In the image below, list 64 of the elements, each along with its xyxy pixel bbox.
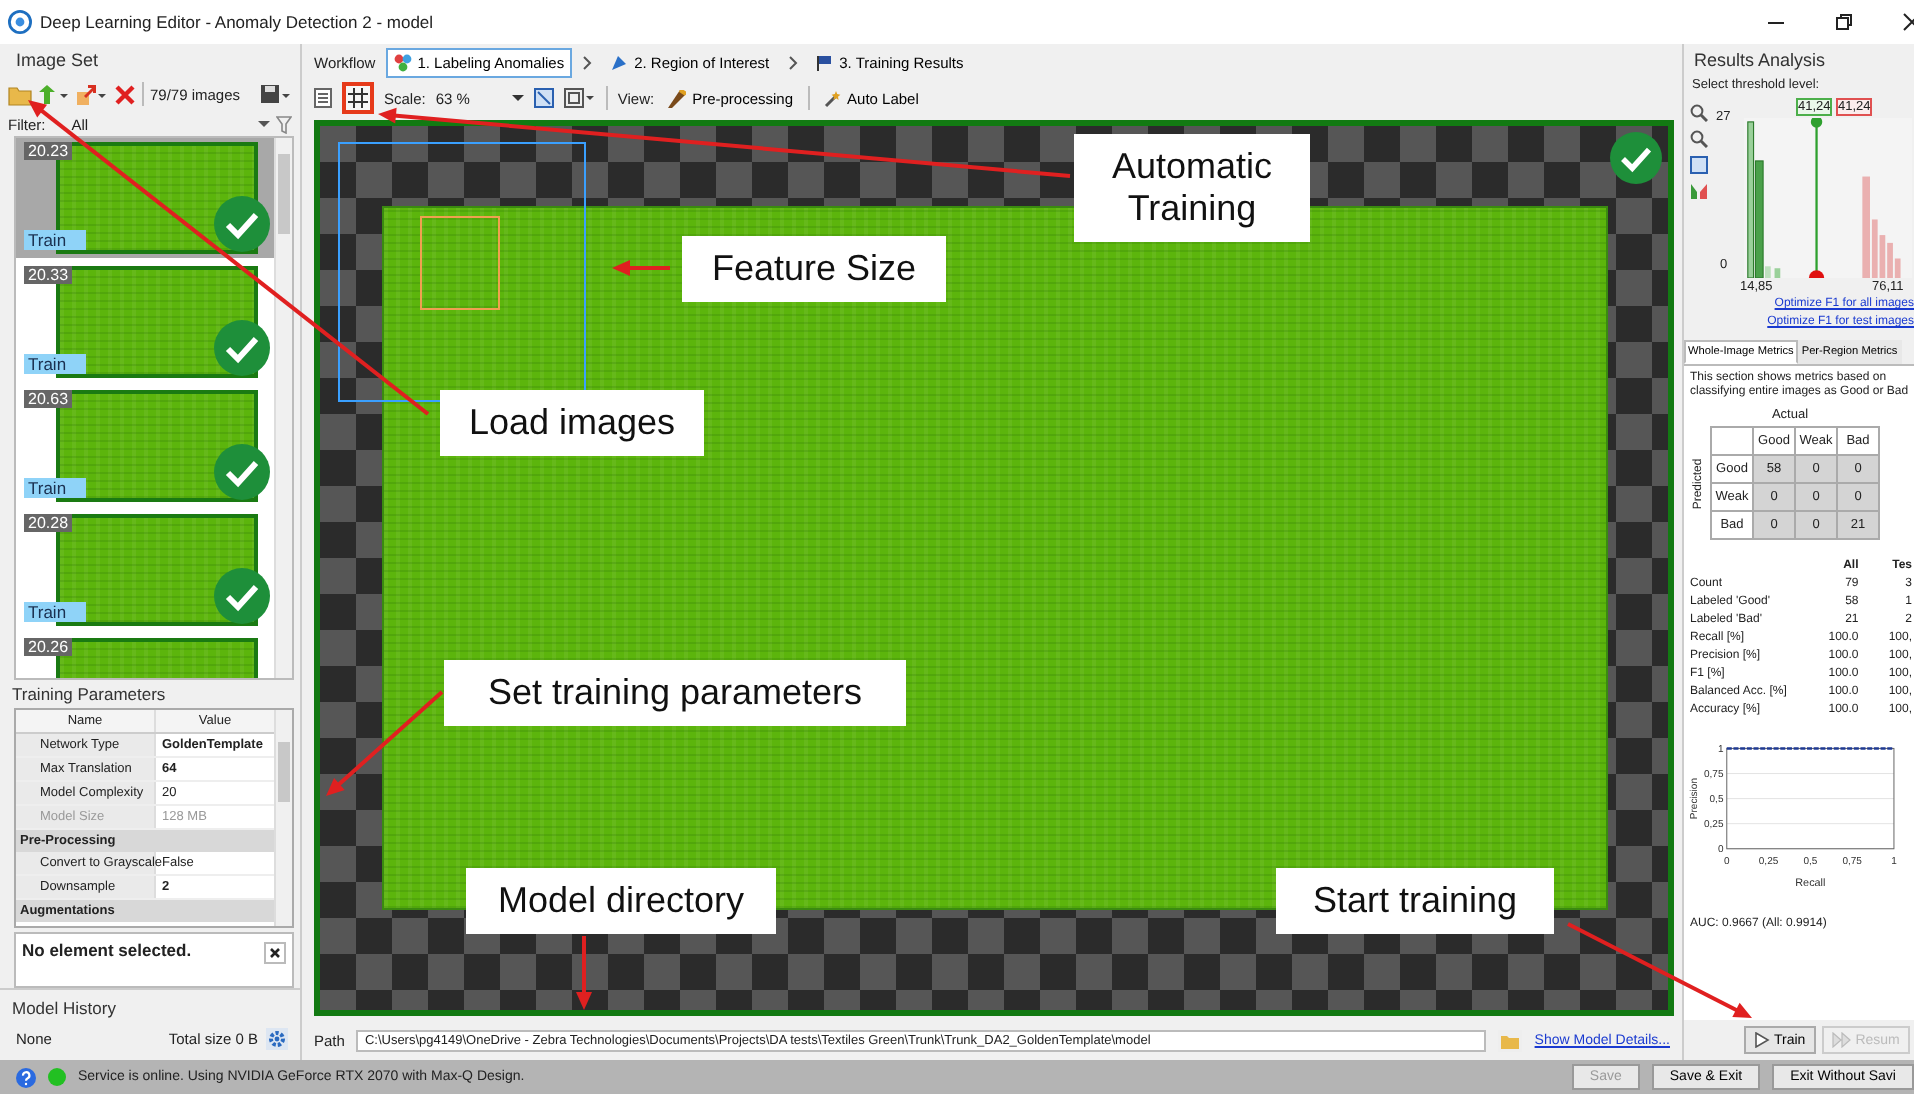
train-tag: Train [24, 230, 87, 250]
scrollbar[interactable] [274, 710, 292, 926]
annotation-callout: Model directory [466, 868, 776, 934]
wand-icon [823, 89, 842, 107]
settings-icon[interactable] [266, 1028, 288, 1050]
panel-header: Image Set [14, 48, 101, 74]
play-icon [1754, 1032, 1770, 1048]
brush-icon [668, 89, 687, 107]
filter-icon[interactable] [276, 115, 292, 133]
feature-size-button[interactable] [342, 82, 374, 114]
callout-arrow [326, 690, 444, 796]
help-icon[interactable] [16, 1067, 36, 1087]
close-icon[interactable] [1902, 12, 1914, 32]
dropdown-caret-icon[interactable] [258, 118, 270, 130]
panel-header: Training Parameters [10, 682, 168, 708]
fit-icon[interactable] [533, 88, 554, 108]
fast-forward-icon [1831, 1032, 1852, 1048]
folder-icon[interactable] [8, 83, 32, 105]
save-icon[interactable] [260, 83, 292, 105]
shape-icon [610, 53, 629, 71]
annotation-callout: Start training [1276, 868, 1554, 934]
image-score: 20.28 [24, 514, 73, 532]
image-thumbnail[interactable]: 20.26 [16, 634, 274, 678]
image-thumbnail[interactable]: 20.23 Train [16, 138, 274, 258]
image-thumbnail[interactable]: 20.33 Train [16, 262, 274, 382]
table-cell [1711, 427, 1753, 455]
image-canvas[interactable] [314, 120, 1674, 1016]
chevron-icon [582, 55, 593, 69]
train-tag: Train [24, 354, 87, 374]
flag-icon [815, 53, 834, 71]
annotation-callout: Load images [440, 390, 704, 456]
annotation-callout: Automatic Training [1074, 134, 1310, 242]
image-thumbnail[interactable]: 20.28 Train [16, 510, 274, 630]
export-arrow-icon[interactable] [76, 83, 108, 105]
zoom-out-icon[interactable] [1690, 130, 1708, 148]
image-score: 20.26 [24, 638, 73, 656]
distribution-icon[interactable] [1690, 182, 1708, 200]
scrollbar[interactable] [274, 138, 292, 678]
tag-icon [393, 53, 412, 71]
callout-arrow [612, 260, 670, 276]
train-tag: Train [24, 478, 87, 498]
annotation-callout: Set training parameters [444, 660, 906, 726]
close-icon[interactable] [264, 942, 286, 964]
fit-icon[interactable] [1690, 156, 1708, 174]
frame-icon[interactable] [563, 88, 596, 108]
delete-icon[interactable] [114, 83, 136, 105]
train-tag: Train [24, 602, 87, 622]
annotation-callout: Feature Size [682, 236, 946, 302]
list-icon[interactable] [314, 88, 332, 108]
image-score: 20.23 [24, 142, 73, 160]
image-score: 20.33 [24, 266, 73, 284]
chevron-icon [787, 55, 798, 69]
image-score: 20.63 [24, 390, 73, 408]
dropdown-caret-icon[interactable] [511, 92, 524, 104]
app-icon [8, 10, 32, 34]
panel-header: Model History [0, 988, 300, 1022]
property-description: No element selected. [22, 940, 194, 960]
callout-arrow [576, 936, 592, 1010]
image-thumbnail[interactable]: 20.63 Train [16, 386, 274, 506]
window-title: Deep Learning Editor - Anomaly Detection 2 - model [40, 12, 434, 32]
restore-icon[interactable] [1834, 12, 1854, 32]
zoom-in-icon[interactable] [1690, 104, 1708, 122]
panel-header: Results Analysis [1692, 48, 1828, 74]
add-arrow-icon[interactable] [38, 83, 70, 105]
